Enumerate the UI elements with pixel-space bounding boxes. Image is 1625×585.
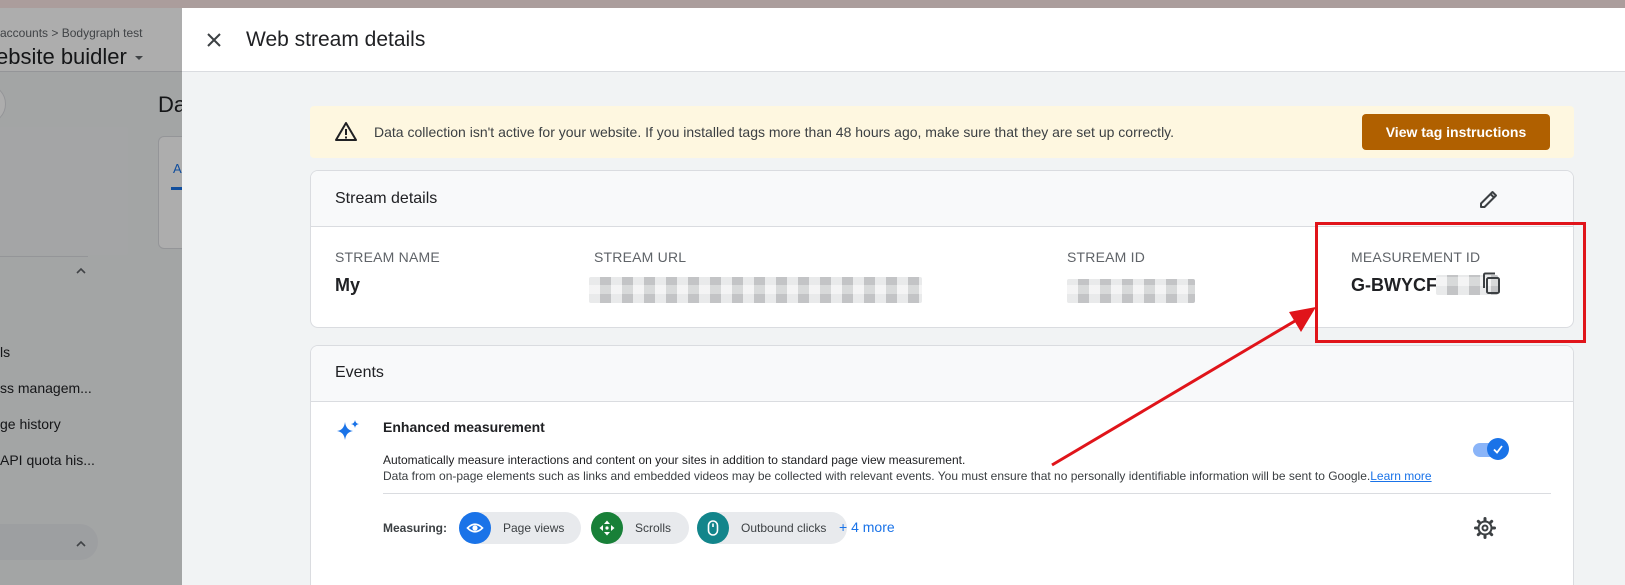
enhanced-measurement-title: Enhanced measurement (383, 419, 545, 435)
events-title: Events (335, 364, 384, 381)
close-icon (207, 33, 221, 47)
stream-url-redacted (589, 277, 922, 303)
dialog-titlebar: Web stream details (182, 8, 1625, 72)
gear-icon[interactable] (1473, 516, 1497, 540)
annotation-highlight-box (1315, 222, 1586, 343)
enhanced-measurement-note: Data from on-page elements such as links… (383, 469, 1432, 483)
warning-icon (335, 122, 357, 141)
warning-banner: Data collection isn't active for your we… (310, 106, 1574, 158)
events-header: Events (311, 346, 1573, 402)
edit-pencil-icon[interactable] (1477, 187, 1501, 211)
dialog-title: Web stream details (246, 28, 426, 51)
chip-scrolls[interactable]: Scrolls (591, 512, 689, 544)
sparkle-icon (337, 420, 359, 440)
stream-details-header: Stream details (311, 171, 1573, 227)
stream-name-label: STREAM NAME (335, 249, 440, 265)
enhanced-measurement-description: Automatically measure interactions and c… (383, 453, 966, 467)
enhanced-measurement-toggle[interactable] (1471, 438, 1509, 460)
stream-id-label: STREAM ID (1067, 249, 1146, 265)
close-button[interactable] (200, 26, 228, 54)
privacy-note-text: Data from on-page elements such as links… (383, 469, 1371, 483)
toggle-knob (1487, 438, 1509, 460)
eye-icon (459, 512, 491, 544)
view-tag-instructions-button[interactable]: View tag instructions (1362, 114, 1550, 150)
stream-id-redacted (1067, 279, 1195, 303)
chip-label: Page views (503, 521, 565, 535)
events-card: Events Enhanced measurement Automaticall… (310, 345, 1574, 585)
stream-details-title: Stream details (335, 190, 438, 207)
scroll-icon (591, 512, 623, 544)
measuring-label: Measuring: (383, 521, 448, 535)
chip-label: Outbound clicks (741, 521, 827, 535)
chip-page-views[interactable]: Page views (459, 512, 581, 544)
chip-outbound-clicks[interactable]: Outbound clicks (697, 512, 847, 544)
check-icon (1493, 445, 1503, 454)
learn-more-link[interactable]: Learn more (1370, 469, 1431, 483)
events-divider (383, 493, 1551, 494)
mouse-icon (697, 512, 729, 544)
chip-label: Scrolls (635, 521, 672, 535)
stream-name-value: My (335, 275, 361, 295)
stream-url-label: STREAM URL (594, 249, 687, 265)
banner-message: Data collection isn't active for your we… (374, 124, 1175, 140)
more-measurements-link[interactable]: + 4 more (839, 519, 895, 535)
